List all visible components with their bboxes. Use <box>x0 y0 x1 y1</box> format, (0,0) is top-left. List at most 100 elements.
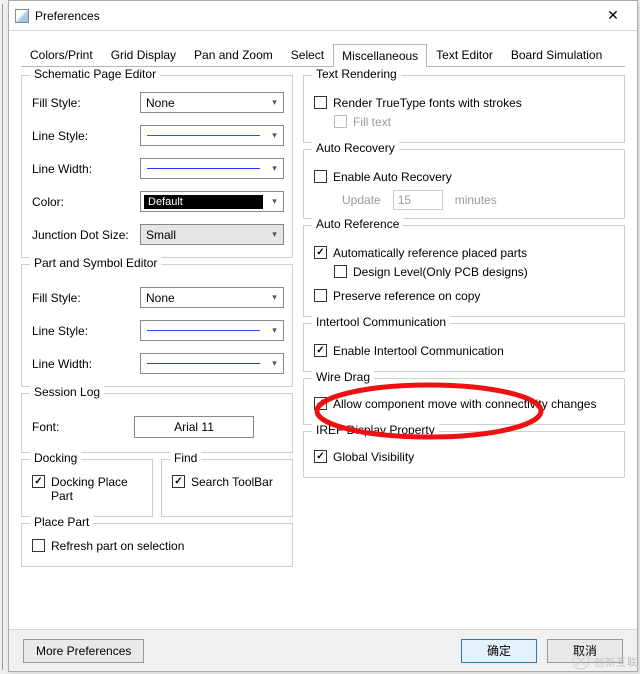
checkbox-refresh-part[interactable] <box>32 539 45 552</box>
combo-fill-style-2[interactable]: None ▾ <box>140 287 284 308</box>
checkbox-label: Docking Place Part <box>51 475 144 503</box>
line-sample-icon <box>147 363 260 364</box>
checkbox-label: Enable Intertool Communication <box>333 344 504 358</box>
color-swatch: Default <box>144 195 263 209</box>
label-minutes: minutes <box>455 193 497 207</box>
watermark: 创新互联 <box>572 652 638 670</box>
tab-miscellaneous[interactable]: Miscellaneous <box>333 44 427 67</box>
tabstrip: Colors/Print Grid Display Pan and Zoom S… <box>21 43 625 67</box>
tab-text-editor[interactable]: Text Editor <box>427 43 502 66</box>
line-sample-icon <box>147 330 260 331</box>
close-icon[interactable]: ✕ <box>593 2 633 30</box>
tab-colors-print[interactable]: Colors/Print <box>21 43 102 66</box>
checkbox-label: Design Level(Only PCB designs) <box>353 265 528 279</box>
group-title: Schematic Page Editor <box>30 67 160 81</box>
label-line-style-2: Line Style: <box>32 324 140 338</box>
label-font: Font: <box>32 420 92 434</box>
group-title: Docking <box>30 451 81 465</box>
checkbox-label: Refresh part on selection <box>51 539 184 553</box>
group-wire-drag: Wire Drag Allow component move with conn… <box>303 378 625 425</box>
group-docking: Docking Docking Place Part <box>21 459 153 517</box>
group-title: Auto Reference <box>312 217 403 231</box>
combo-fill-style[interactable]: None ▾ <box>140 92 284 113</box>
group-intertool: Intertool Communication Enable Intertool… <box>303 323 625 372</box>
combo-color[interactable]: Default ▾ <box>140 191 284 212</box>
group-auto-reference: Auto Reference Automatically reference p… <box>303 225 625 317</box>
group-title: Place Part <box>30 515 93 529</box>
app-icon <box>15 9 29 23</box>
checkbox-label: Automatically reference placed parts <box>333 246 527 260</box>
more-preferences-button[interactable]: More Preferences <box>23 639 144 663</box>
chevron-down-icon: ▾ <box>266 354 283 373</box>
combo-text: None <box>141 96 266 110</box>
combo-junction-dot[interactable]: Small ▾ <box>140 224 284 245</box>
label-update: Update <box>342 193 381 207</box>
font-button[interactable]: Arial 11 <box>134 416 254 438</box>
group-title: IREF Display Property <box>312 423 439 437</box>
label-fill-style: Fill Style: <box>32 96 140 110</box>
checkbox-label: Preserve reference on copy <box>333 289 480 303</box>
checkbox-label: Global Visibility <box>333 450 414 464</box>
chevron-down-icon: ▾ <box>266 126 283 145</box>
checkbox-search-toolbar[interactable] <box>172 475 185 488</box>
combo-text: Small <box>141 228 266 242</box>
group-title: Session Log <box>30 385 104 399</box>
label-junction-dot: Junction Dot Size: <box>32 228 140 242</box>
preferences-dialog: Preferences ✕ Colors/Print Grid Display … <box>8 0 638 672</box>
chevron-down-icon: ▾ <box>266 93 283 112</box>
checkbox-render-truetype[interactable] <box>314 96 327 109</box>
checkbox-enable-auto-recovery[interactable] <box>314 170 327 183</box>
checkbox-label: Fill text <box>353 115 391 129</box>
group-auto-recovery: Auto Recovery Enable Auto Recovery Updat… <box>303 149 625 219</box>
checkbox-fill-text <box>334 115 347 128</box>
checkbox-preserve-reference[interactable] <box>314 289 327 302</box>
group-place-part: Place Part Refresh part on selection <box>21 523 293 567</box>
group-find: Find Search ToolBar <box>161 459 293 517</box>
group-text-rendering: Text Rendering Render TrueType fonts wit… <box>303 75 625 143</box>
combo-line-width[interactable]: ▾ <box>140 158 284 179</box>
label-line-style: Line Style: <box>32 129 140 143</box>
checkbox-global-visibility[interactable] <box>314 450 327 463</box>
tab-pan-and-zoom[interactable]: Pan and Zoom <box>185 43 282 66</box>
label-line-width: Line Width: <box>32 162 140 176</box>
combo-line-width-2[interactable]: ▾ <box>140 353 284 374</box>
combo-line-style[interactable]: ▾ <box>140 125 284 146</box>
combo-text: None <box>141 291 266 305</box>
checkbox-enable-intertool[interactable] <box>314 344 327 357</box>
tab-select[interactable]: Select <box>282 43 333 66</box>
window-title: Preferences <box>35 9 593 23</box>
group-session-log: Session Log Font: Arial 11 <box>21 393 293 453</box>
tab-board-simulation[interactable]: Board Simulation <box>502 43 611 66</box>
group-title: Text Rendering <box>312 67 401 81</box>
label-fill-style-2: Fill Style: <box>32 291 140 305</box>
chevron-down-icon: ▾ <box>266 288 283 307</box>
checkbox-label: Enable Auto Recovery <box>333 170 452 184</box>
font-value: Arial 11 <box>174 420 214 434</box>
checkbox-label: Render TrueType fonts with strokes <box>333 96 522 110</box>
group-iref: IREF Display Property Global Visibility <box>303 431 625 478</box>
checkbox-design-level[interactable] <box>334 265 347 278</box>
group-part-symbol-editor: Part and Symbol Editor Fill Style: None … <box>21 264 293 387</box>
chevron-down-icon: ▾ <box>266 321 283 340</box>
tab-grid-display[interactable]: Grid Display <box>102 43 185 66</box>
group-schematic-page-editor: Schematic Page Editor Fill Style: None ▾… <box>21 75 293 258</box>
group-title: Part and Symbol Editor <box>30 256 161 270</box>
group-title: Auto Recovery <box>312 141 399 155</box>
checkbox-auto-reference-parts[interactable] <box>314 246 327 259</box>
checkbox-docking-place-part[interactable] <box>32 475 45 488</box>
chevron-down-icon: ▾ <box>266 225 283 244</box>
group-title: Intertool Communication <box>312 315 450 329</box>
line-sample-icon <box>147 168 260 169</box>
input-recovery-interval: 15 <box>393 190 443 210</box>
checkbox-label: Search ToolBar <box>191 475 273 489</box>
label-color: Color: <box>32 195 140 209</box>
chevron-down-icon: ▾ <box>266 159 283 178</box>
checkbox-allow-component-move[interactable] <box>314 397 327 410</box>
chevron-down-icon: ▾ <box>266 192 283 211</box>
label-line-width-2: Line Width: <box>32 357 140 371</box>
button-bar: More Preferences 确定 取消 <box>9 629 637 671</box>
combo-line-style-2[interactable]: ▾ <box>140 320 284 341</box>
checkbox-label: Allow component move with connectivity c… <box>333 397 596 411</box>
ok-button[interactable]: 确定 <box>461 639 537 663</box>
watermark-logo-icon <box>572 652 590 670</box>
